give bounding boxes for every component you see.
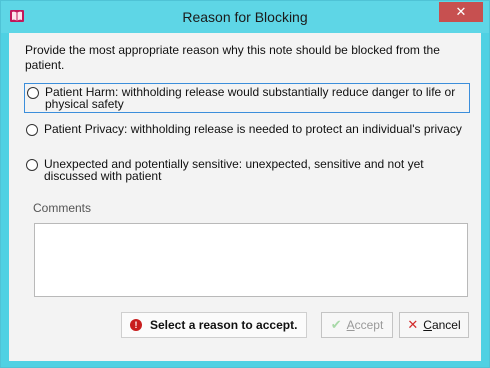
close-button[interactable]: ✕ bbox=[439, 2, 483, 22]
dialog-window: Reason for Blocking ✕ Provide the most a… bbox=[0, 0, 490, 368]
validation-message: ! Select a reason to accept. bbox=[121, 312, 307, 338]
accept-button[interactable]: ✔ Accept bbox=[321, 312, 393, 338]
x-icon: ✕ bbox=[407, 317, 419, 332]
radio-button[interactable] bbox=[27, 87, 39, 99]
accept-label: ccept bbox=[354, 318, 384, 332]
check-icon: ✔ bbox=[330, 317, 342, 332]
title-bar[interactable]: Reason for Blocking ✕ bbox=[1, 1, 489, 33]
reason-option-patient-privacy[interactable]: Patient Privacy: withholding release is … bbox=[24, 123, 470, 136]
accept-accelerator: A bbox=[346, 318, 355, 332]
radio-button[interactable] bbox=[26, 159, 38, 171]
option-label: Unexpected and potentially sensitive: un… bbox=[44, 157, 424, 183]
radio-button[interactable] bbox=[26, 124, 38, 136]
validation-text: Select a reason to accept. bbox=[150, 318, 298, 332]
warning-icon: ! bbox=[130, 319, 142, 331]
dialog-content: Provide the most appropriate reason why … bbox=[9, 33, 481, 361]
reason-option-unexpected-sensitive[interactable]: Unexpected and potentially sensitive: un… bbox=[24, 158, 470, 182]
option-label: Patient Harm: withholding release would … bbox=[45, 85, 456, 111]
comments-textarea[interactable] bbox=[34, 223, 468, 297]
option-label: Patient Privacy: withholding release is … bbox=[44, 122, 462, 136]
instruction-text: Provide the most appropriate reason why … bbox=[25, 43, 440, 72]
dialog-title: Reason for Blocking bbox=[182, 9, 308, 25]
close-icon: ✕ bbox=[455, 4, 467, 19]
cancel-accelerator: C bbox=[423, 318, 432, 332]
cancel-label: ancel bbox=[431, 318, 461, 332]
cancel-button[interactable]: ✕ Cancel bbox=[399, 312, 469, 338]
reason-option-patient-harm[interactable]: Patient Harm: withholding release would … bbox=[24, 83, 470, 113]
comments-label: Comments bbox=[33, 201, 92, 215]
